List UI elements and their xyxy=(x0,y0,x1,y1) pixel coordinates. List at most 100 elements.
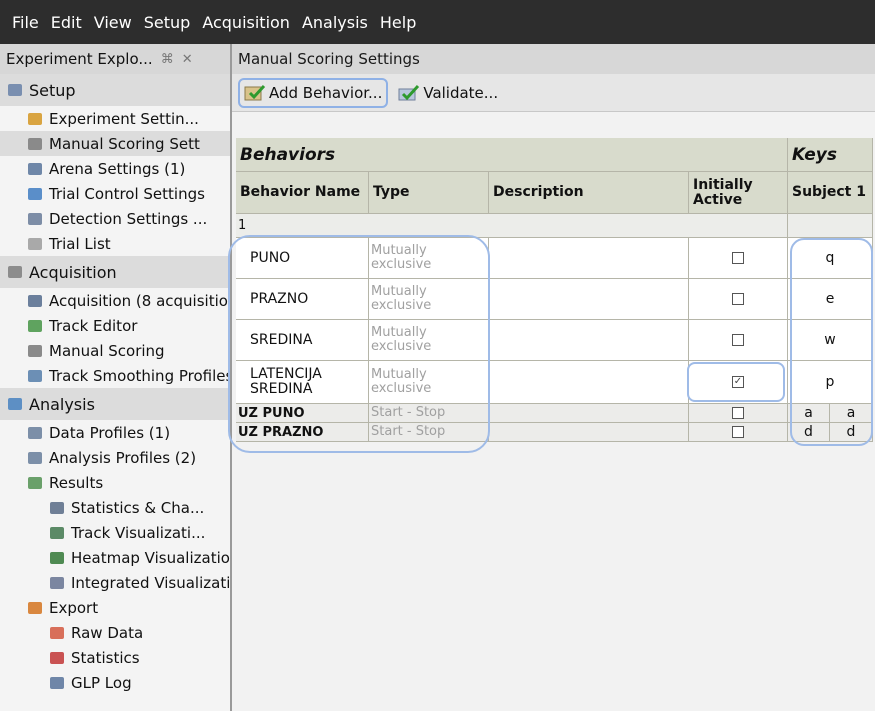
tree-item-acquisition[interactable]: Acquisition (8 acquisitions) xyxy=(0,288,230,313)
export-icon xyxy=(28,601,42,614)
tree-item-label: Track Visualizati... xyxy=(71,523,206,542)
trial-control-icon xyxy=(28,187,42,200)
tree-item-label: Experiment Settin... xyxy=(49,109,199,128)
validate-button[interactable]: Validate... xyxy=(394,78,502,108)
initially-active-cell[interactable] xyxy=(689,423,788,442)
tree-item-label: Heatmap Visualization xyxy=(71,548,232,567)
initially-active-cell[interactable] xyxy=(689,320,788,361)
highlight-keys xyxy=(790,238,873,446)
column-header-type[interactable]: Type xyxy=(369,172,489,214)
validate-icon xyxy=(398,84,420,102)
tree-item-statistics[interactable]: Statistics xyxy=(0,645,230,670)
explorer-header: Experiment Explo... ⌘ ✕ xyxy=(0,44,230,74)
menu-edit[interactable]: Edit xyxy=(45,13,88,32)
tree-category-analysis[interactable]: Analysis xyxy=(0,388,230,420)
tree-item-label: Statistics xyxy=(71,648,140,667)
menu-file[interactable]: File xyxy=(6,13,45,32)
tree-item-label: Track Smoothing Profiles xyxy=(49,366,232,385)
tree-item-track-visualization[interactable]: Track Visualizati... xyxy=(0,520,230,545)
tree-category-label: Analysis xyxy=(29,394,95,414)
table-icon xyxy=(28,344,42,357)
tree-item-arena-settings[interactable]: Arena Settings (1) xyxy=(0,156,230,181)
tree-item-manual-scoring-settings[interactable]: Manual Scoring Sett xyxy=(0,131,230,156)
initially-active-checkbox[interactable] xyxy=(732,426,744,438)
tree-item-heatmap-visualization[interactable]: Heatmap Visualization xyxy=(0,545,230,570)
tree-item-track-smoothing[interactable]: Track Smoothing Profiles xyxy=(0,363,230,388)
initially-active-checkbox[interactable] xyxy=(732,293,744,305)
tree-item-manual-scoring[interactable]: Manual Scoring xyxy=(0,338,230,363)
raw-data-icon xyxy=(50,626,64,639)
tree-item-label: Export xyxy=(49,598,99,617)
behavior-description-cell[interactable] xyxy=(489,404,689,423)
tree-item-trial-control-settings[interactable]: Trial Control Settings xyxy=(0,181,230,206)
add-behavior-label: Add Behavior... xyxy=(269,83,383,102)
initially-active-checkbox[interactable] xyxy=(732,252,744,264)
chart-icon xyxy=(50,501,64,514)
tree-item-raw-data[interactable]: Raw Data xyxy=(0,620,230,645)
heatmap-icon xyxy=(50,551,64,564)
menu-help[interactable]: Help xyxy=(374,13,422,32)
setup-icon xyxy=(8,84,22,96)
initially-active-cell[interactable] xyxy=(689,238,788,279)
highlight-initially-active xyxy=(687,362,785,402)
tree-item-detection-settings[interactable]: Detection Settings ... xyxy=(0,206,230,231)
behavior-description-cell[interactable] xyxy=(489,361,689,404)
tree-item-label: GLP Log xyxy=(71,673,132,692)
tree-category-setup[interactable]: Setup xyxy=(0,74,230,106)
detection-icon xyxy=(28,212,42,225)
analysis-profile-icon xyxy=(28,451,42,464)
column-header-initially-active[interactable]: Initially Active xyxy=(689,172,788,214)
add-icon xyxy=(244,84,266,102)
column-header-description[interactable]: Description xyxy=(489,172,689,214)
group-header-keys: Keys xyxy=(788,138,873,172)
tree-item-track-editor[interactable]: Track Editor xyxy=(0,313,230,338)
tree-item-label: Trial Control Settings xyxy=(49,184,205,203)
tree-item-label: Integrated Visualization xyxy=(71,573,232,592)
tree-item-label: Manual Scoring xyxy=(49,341,165,360)
tree-item-integrated-visualization[interactable]: Integrated Visualization xyxy=(0,570,230,595)
tree-item-label: Statistics & Cha... xyxy=(71,498,205,517)
pin-icon[interactable]: ⌘ xyxy=(161,52,174,67)
edit-icon xyxy=(28,319,42,332)
menu-acquisition[interactable]: Acquisition xyxy=(196,13,296,32)
highlight-behavior-rows xyxy=(228,235,490,453)
tree-item-experiment-settings[interactable]: Experiment Settin... xyxy=(0,106,230,131)
behavior-description-cell[interactable] xyxy=(489,320,689,361)
menu-setup[interactable]: Setup xyxy=(138,13,197,32)
tree-item-glp-log[interactable]: GLP Log xyxy=(0,670,230,695)
log-icon xyxy=(50,676,64,689)
tree-item-label: Analysis Profiles (2) xyxy=(49,448,197,467)
track-icon xyxy=(50,526,64,539)
tree-item-label: Raw Data xyxy=(71,623,144,642)
initially-active-cell[interactable] xyxy=(689,404,788,423)
column-header-subject-1[interactable]: Subject 1 xyxy=(788,172,873,214)
close-icon[interactable]: ✕ xyxy=(182,52,193,67)
behavior-description-cell[interactable] xyxy=(489,238,689,279)
tree-item-results[interactable]: Results xyxy=(0,470,230,495)
smoothing-icon xyxy=(28,369,42,382)
add-behavior-button[interactable]: Add Behavior... xyxy=(238,77,389,108)
tree-category-acquisition[interactable]: Acquisition xyxy=(0,256,230,288)
tree-item-trial-list[interactable]: Trial List xyxy=(0,231,230,256)
tree-item-label: Data Profiles (1) xyxy=(49,423,171,442)
toolbar: Add Behavior... Validate... xyxy=(232,74,875,112)
tree-item-statistics-charts[interactable]: Statistics & Cha... xyxy=(0,495,230,520)
menu-view[interactable]: View xyxy=(88,13,138,32)
tab-manual-scoring-settings[interactable]: Manual Scoring Settings xyxy=(232,50,420,68)
column-header-behavior-name[interactable]: Behavior Name xyxy=(236,172,369,214)
group-row-keys xyxy=(788,214,873,238)
initially-active-checkbox[interactable] xyxy=(732,407,744,419)
analysis-icon xyxy=(8,398,22,410)
initially-active-cell[interactable] xyxy=(689,279,788,320)
explorer-title: Experiment Explo... xyxy=(6,50,153,68)
tree-item-data-profiles[interactable]: Data Profiles (1) xyxy=(0,420,230,445)
menu-analysis[interactable]: Analysis xyxy=(296,13,374,32)
menu-bar: File Edit View Setup Acquisition Analysi… xyxy=(0,0,875,44)
table-icon xyxy=(28,137,42,150)
behavior-description-cell[interactable] xyxy=(489,423,689,442)
tree-item-label: Acquisition (8 acquisitions) xyxy=(49,291,232,310)
tree-item-export[interactable]: Export xyxy=(0,595,230,620)
initially-active-checkbox[interactable] xyxy=(732,334,744,346)
tree-item-analysis-profiles[interactable]: Analysis Profiles (2) xyxy=(0,445,230,470)
behavior-description-cell[interactable] xyxy=(489,279,689,320)
